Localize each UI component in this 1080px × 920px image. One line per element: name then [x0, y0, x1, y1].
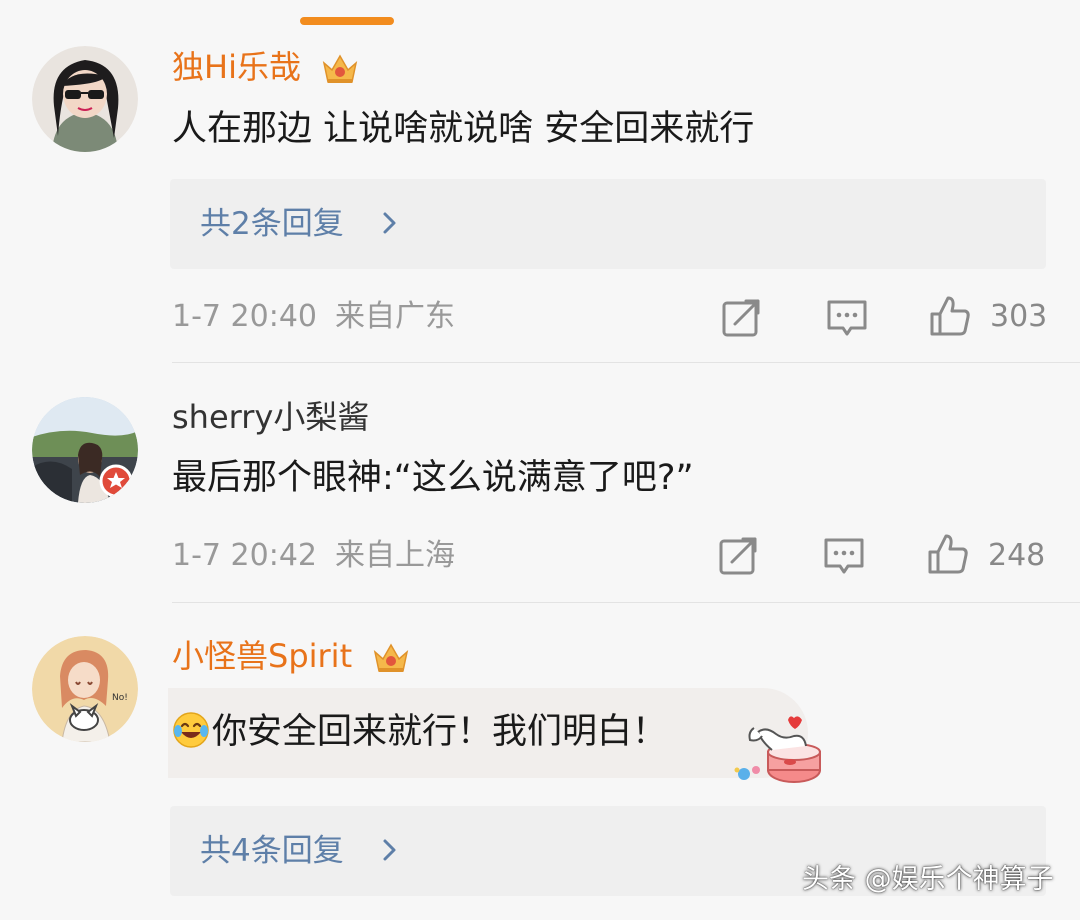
chevron-right-icon [383, 212, 396, 234]
like-count: 303 [990, 299, 1048, 334]
timestamp: 1-7 20:40 [172, 299, 317, 334]
divider [172, 602, 1080, 603]
location: 来自上海 [335, 538, 455, 573]
comment-meta: 1-7 20:40 来自广东 [172, 297, 455, 337]
laugh-cry-emoji [173, 712, 209, 748]
comment-meta: 1-7 20:42 来自上海 [172, 536, 455, 576]
like-count: 248 [988, 538, 1046, 573]
comment-item-1: 独Hi乐哉 人在那边 让说啥就说啥 安全回来就行 共2条回复 1-7 20:40… [0, 0, 1080, 360]
avatar[interactable]: No! [32, 636, 138, 742]
username[interactable]: sherry小梨酱 [172, 397, 369, 437]
view-replies-button[interactable]: 共2条回复 [170, 179, 1046, 269]
comment-icon[interactable] [825, 296, 869, 340]
crown-icon [322, 54, 358, 83]
sticker-image [734, 716, 821, 783]
comment-text: 你安全回来就行！我们明白！ [212, 712, 668, 752]
avatar[interactable] [32, 46, 138, 152]
svg-text:No!: No! [112, 693, 128, 703]
chevron-right-icon [383, 839, 396, 861]
divider [172, 362, 1080, 363]
username-text[interactable]: 独Hi乐哉 [172, 48, 301, 86]
reply-count-label[interactable]: 共2条回复 [200, 203, 344, 245]
username-text[interactable]: sherry小梨酱 [172, 398, 369, 436]
share-icon[interactable] [716, 534, 760, 578]
location: 来自广东 [335, 299, 455, 334]
reply-count-label[interactable]: 共4条回复 [200, 830, 344, 872]
comment-text: 人在那边 让说啥就说啥 安全回来就行 [172, 109, 755, 149]
like-icon[interactable] [926, 532, 970, 576]
avatar[interactable] [32, 397, 138, 503]
source-watermark: 头条 @娱乐个神算子 [802, 864, 1054, 895]
username[interactable]: 小怪兽Spirit [172, 636, 410, 676]
crown-icon [374, 643, 409, 672]
comment-text: 最后那个眼神:“这么说满意了吧?” [172, 458, 694, 498]
share-icon[interactable] [719, 296, 763, 340]
comment-icon[interactable] [822, 534, 866, 578]
username-text[interactable]: 小怪兽Spirit [172, 637, 352, 675]
timestamp: 1-7 20:42 [172, 538, 317, 573]
username[interactable]: 独Hi乐哉 [172, 47, 359, 87]
comment-text-row: 你安全回来就行！我们明白！ [172, 709, 667, 755]
like-icon[interactable] [928, 294, 972, 338]
